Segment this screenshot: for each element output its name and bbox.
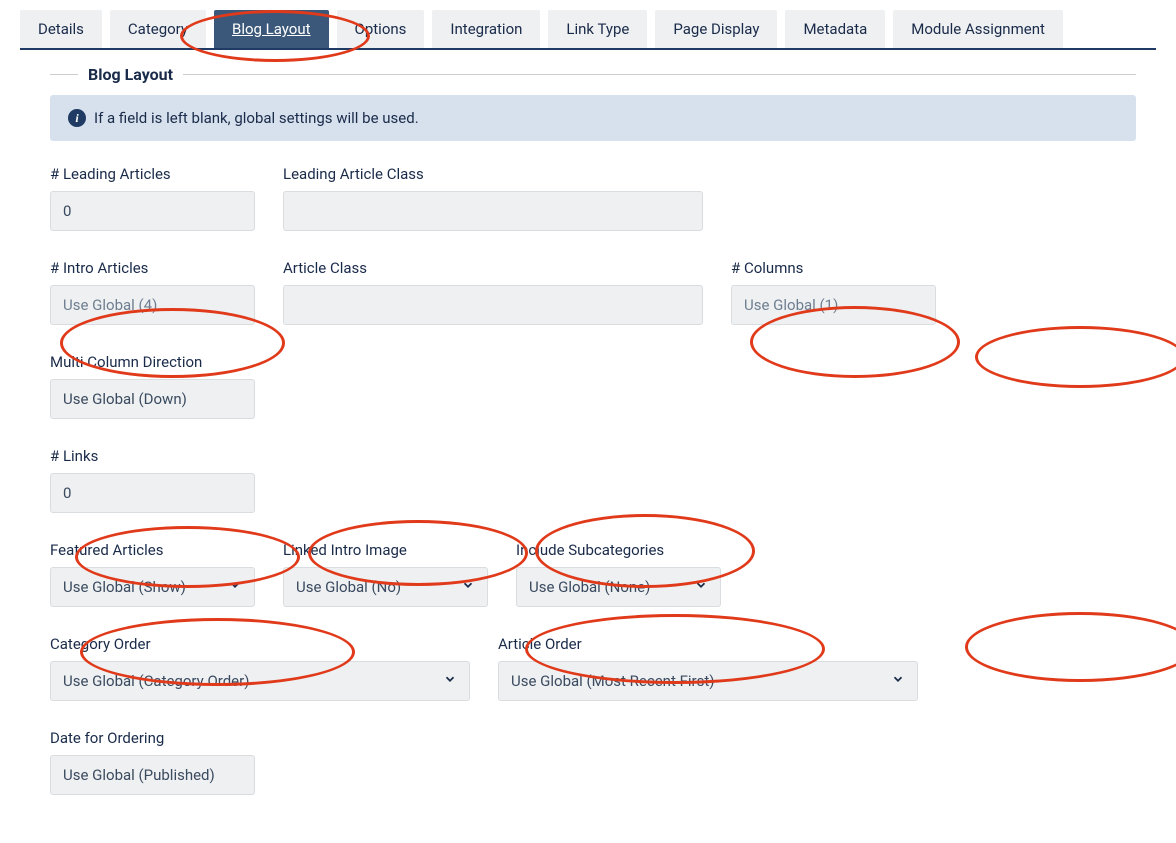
label-columns: # Columns	[731, 259, 936, 277]
label-date-ordering: Date for Ordering	[50, 729, 255, 747]
select-include-subcat[interactable]: Use Global (None)	[516, 567, 721, 607]
label-leading-class: Leading Article Class	[283, 165, 703, 183]
label-article-class: Article Class	[283, 259, 703, 277]
select-category-order-value: Use Global (Category Order)	[63, 672, 249, 690]
chevron-down-icon	[228, 578, 242, 596]
blog-layout-panel: Blog Layout i If a field is left blank, …	[50, 74, 1136, 795]
info-icon: i	[68, 109, 86, 127]
input-links[interactable]: 0	[50, 473, 255, 513]
select-featured[interactable]: Use Global (Show)	[50, 567, 255, 607]
select-linked-intro-value: Use Global (No)	[296, 578, 401, 596]
select-article-order-value: Use Global (Most Recent First)	[511, 672, 714, 690]
select-date-ordering-value: Use Global (Published)	[63, 766, 215, 784]
tab-page-display[interactable]: Page Display	[655, 10, 777, 48]
select-featured-value: Use Global (Show)	[63, 578, 186, 596]
chevron-down-icon	[461, 578, 475, 596]
label-article-order: Article Order	[498, 635, 918, 653]
tab-options[interactable]: Options	[337, 10, 425, 48]
tabs-row: Details Category Blog Layout Options Int…	[20, 10, 1156, 50]
select-multi-col-dir-value: Use Global (Down)	[63, 390, 187, 408]
select-include-subcat-value: Use Global (None)	[529, 578, 650, 596]
select-category-order[interactable]: Use Global (Category Order)	[50, 661, 470, 701]
label-intro-articles: # Intro Articles	[50, 259, 255, 277]
tab-details[interactable]: Details	[20, 10, 102, 48]
chevron-down-icon	[891, 672, 905, 690]
label-linked-intro: Linked Intro Image	[283, 541, 488, 559]
label-featured: Featured Articles	[50, 541, 255, 559]
select-date-ordering[interactable]: Use Global (Published)	[50, 755, 255, 795]
tab-metadata[interactable]: Metadata	[785, 10, 885, 48]
tab-category[interactable]: Category	[110, 10, 206, 48]
tab-link-type[interactable]: Link Type	[548, 10, 647, 48]
tab-integration[interactable]: Integration	[432, 10, 540, 48]
input-leading-class[interactable]	[283, 191, 703, 231]
input-article-class[interactable]	[283, 285, 703, 325]
label-leading-articles: # Leading Articles	[50, 165, 255, 183]
input-leading-articles[interactable]: 0	[50, 191, 255, 231]
label-include-subcat: Include Subcategories	[516, 541, 721, 559]
chevron-down-icon	[443, 672, 457, 690]
chevron-down-icon	[694, 578, 708, 596]
panel-legend: Blog Layout	[78, 65, 183, 84]
tab-blog-layout[interactable]: Blog Layout	[214, 10, 329, 48]
select-article-order[interactable]: Use Global (Most Recent First)	[498, 661, 918, 701]
info-bar: i If a field is left blank, global setti…	[50, 95, 1136, 141]
label-multi-col-dir: Multi Column Direction	[50, 353, 255, 371]
info-text: If a field is left blank, global setting…	[94, 109, 419, 127]
select-linked-intro[interactable]: Use Global (No)	[283, 567, 488, 607]
select-multi-col-dir[interactable]: Use Global (Down)	[50, 379, 255, 419]
label-links: # Links	[50, 447, 255, 465]
input-columns[interactable]: Use Global (1)	[731, 285, 936, 325]
input-intro-articles[interactable]: Use Global (4)	[50, 285, 255, 325]
tab-module-assignment[interactable]: Module Assignment	[893, 10, 1063, 48]
label-category-order: Category Order	[50, 635, 470, 653]
